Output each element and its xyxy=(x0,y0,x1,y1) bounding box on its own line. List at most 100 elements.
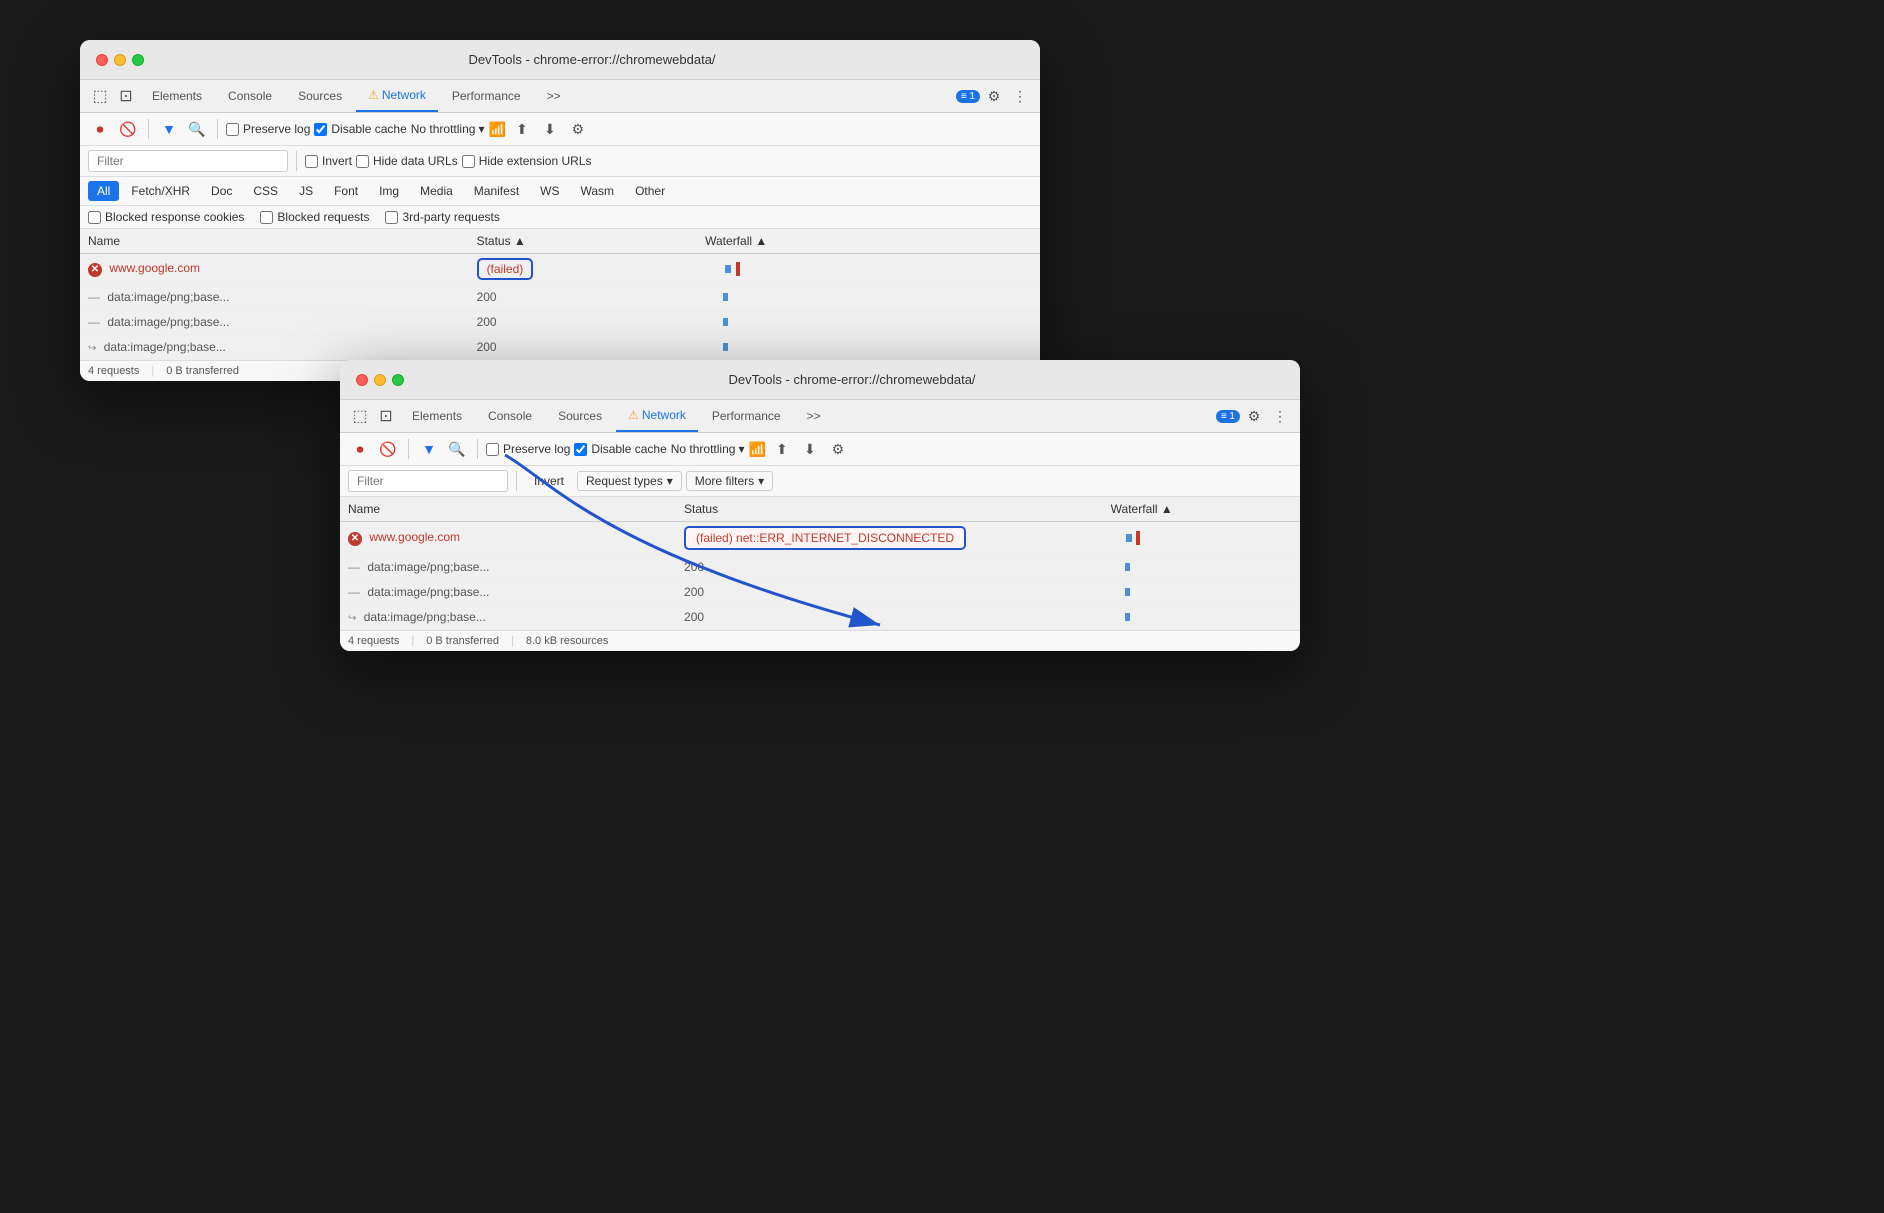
table-row[interactable]: ✕ www.google.com (failed) net::ERR_INTER… xyxy=(340,522,1300,555)
row-waterfall xyxy=(697,335,1040,360)
filter-ws[interactable]: WS xyxy=(531,181,568,201)
import-icon[interactable]: ⬆ xyxy=(510,117,534,141)
settings2-icon[interactable]: ⚙ xyxy=(566,117,590,141)
filter-icon-front[interactable]: ▼ xyxy=(417,437,441,461)
clear-btn-front[interactable]: 🚫 xyxy=(376,437,400,461)
filter-doc[interactable]: Doc xyxy=(202,181,241,201)
preserve-log-front[interactable]: Preserve log xyxy=(486,442,570,456)
wifi-icon-front: 📶 xyxy=(748,441,765,458)
filter-input-front[interactable] xyxy=(348,470,508,492)
filter-row-back: Invert Hide data URLs Hide extension URL… xyxy=(80,146,1040,177)
row-status: (failed) xyxy=(469,254,698,285)
tab-network-front[interactable]: ⚠ Network xyxy=(616,400,698,432)
import-icon-front[interactable]: ⬆ xyxy=(770,437,794,461)
sep-front3 xyxy=(516,471,517,491)
inspect-icon[interactable]: ⬚ xyxy=(88,84,112,108)
checkboxes-row-back: Blocked response cookies Blocked request… xyxy=(80,206,1040,229)
close-button[interactable] xyxy=(96,54,108,66)
hide-extension-urls-checkbox[interactable]: Hide extension URLs xyxy=(462,154,592,168)
filter-media[interactable]: Media xyxy=(411,181,462,201)
window-title-back: DevTools - chrome-error://chromewebdata/ xyxy=(160,52,1024,67)
table-row[interactable]: — data:image/png;base... 200 xyxy=(80,310,1040,335)
settings2-icon-front[interactable]: ⚙ xyxy=(826,437,850,461)
preserve-log-checkbox[interactable]: Preserve log xyxy=(226,122,310,136)
minimize-button[interactable] xyxy=(114,54,126,66)
row-name: — data:image/png;base... xyxy=(80,310,469,335)
filter-row-front: Invert Request types ▾ More filters ▾ xyxy=(340,466,1300,497)
clear-btn[interactable]: 🚫 xyxy=(116,117,140,141)
table-row[interactable]: ↪ data:image/png;base... 200 xyxy=(80,335,1040,360)
record-btn[interactable]: ⏺ xyxy=(88,117,112,141)
tab-network[interactable]: ⚠ Network xyxy=(356,80,438,112)
tab-performance[interactable]: Performance xyxy=(440,81,533,111)
tab-console[interactable]: Console xyxy=(216,81,284,111)
maximize-button[interactable] xyxy=(132,54,144,66)
filter-all[interactable]: All xyxy=(88,181,119,201)
table-row[interactable]: — data:image/png;base... 200 xyxy=(340,555,1300,580)
transferred-size: 0 B transferred xyxy=(166,365,239,377)
search-icon[interactable]: 🔍 xyxy=(185,117,209,141)
request-types-dropdown[interactable]: Request types ▾ xyxy=(577,471,682,491)
network-toolbar-back: ⏺ 🚫 ▼ 🔍 Preserve log Disable cache No th… xyxy=(80,113,1040,146)
network-toolbar-front: ⏺ 🚫 ▼ 🔍 Preserve log Disable cache No th… xyxy=(340,433,1300,466)
table-row[interactable]: ↪ data:image/png;base... 200 xyxy=(340,605,1300,630)
filter-font[interactable]: Font xyxy=(325,181,367,201)
disable-cache-front[interactable]: Disable cache xyxy=(574,442,666,456)
tab-sources[interactable]: Sources xyxy=(286,81,354,111)
export-icon-front[interactable]: ⬇ xyxy=(798,437,822,461)
row-waterfall-front xyxy=(1103,580,1300,605)
hide-data-urls-checkbox[interactable]: Hide data URLs xyxy=(356,154,458,168)
inspect-icon-front[interactable]: ⬚ xyxy=(348,404,372,428)
col-waterfall-front: Waterfall ▲ xyxy=(1103,497,1300,522)
disable-cache-checkbox[interactable]: Disable cache xyxy=(314,122,406,136)
table-row[interactable]: — data:image/png;base... 200 xyxy=(80,285,1040,310)
redirect-icon-front: ↪ xyxy=(348,613,356,624)
settings-icon-front[interactable]: ⚙ xyxy=(1242,404,1266,428)
wifi-icon: 📶 xyxy=(488,121,505,138)
settings-icon[interactable]: ⚙ xyxy=(982,84,1006,108)
tab-performance-front[interactable]: Performance xyxy=(700,401,793,431)
device-icon[interactable]: ⊡ xyxy=(114,84,138,108)
tab-elements[interactable]: Elements xyxy=(140,81,214,111)
tab-more[interactable]: >> xyxy=(535,81,573,111)
filter-icon[interactable]: ▼ xyxy=(157,117,181,141)
export-icon[interactable]: ⬇ xyxy=(538,117,562,141)
table-row[interactable]: — data:image/png;base... 200 xyxy=(340,580,1300,605)
failed-status-highlight-back: (failed) xyxy=(477,258,534,280)
third-party-requests[interactable]: 3rd-party requests xyxy=(385,210,499,224)
more-filters-dropdown[interactable]: More filters ▾ xyxy=(686,471,773,491)
filter-input-back[interactable] xyxy=(88,150,288,172)
row-waterfall-front xyxy=(1103,605,1300,630)
record-btn-front[interactable]: ⏺ xyxy=(348,437,372,461)
chat-badge-front: ≡ 1 xyxy=(1216,410,1240,423)
window-title-front: DevTools - chrome-error://chromewebdata/ xyxy=(420,372,1284,387)
maximize-button-front[interactable] xyxy=(392,374,404,386)
close-button-front[interactable] xyxy=(356,374,368,386)
invert-checkbox[interactable]: Invert xyxy=(305,154,352,168)
minimize-button-front[interactable] xyxy=(374,374,386,386)
filter-manifest[interactable]: Manifest xyxy=(465,181,528,201)
search-icon-front[interactable]: 🔍 xyxy=(445,437,469,461)
transferred-size-front: 0 B transferred xyxy=(426,635,499,647)
filter-other[interactable]: Other xyxy=(626,181,674,201)
filter-css[interactable]: CSS xyxy=(244,181,287,201)
filter-fetchxhr[interactable]: Fetch/XHR xyxy=(122,181,199,201)
table-row[interactable]: ✕ www.google.com (failed) xyxy=(80,254,1040,285)
tab-more-front[interactable]: >> xyxy=(795,401,833,431)
filter-img[interactable]: Img xyxy=(370,181,408,201)
filter-js[interactable]: JS xyxy=(290,181,322,201)
more-icon-front[interactable]: ⋮ xyxy=(1268,404,1292,428)
blocked-requests[interactable]: Blocked requests xyxy=(260,210,369,224)
filter-wasm[interactable]: Wasm xyxy=(572,181,624,201)
more-icon[interactable]: ⋮ xyxy=(1008,84,1032,108)
tab-console-front[interactable]: Console xyxy=(476,401,544,431)
throttling-dropdown-front[interactable]: No throttling ▾ xyxy=(671,442,745,456)
tab-sources-front[interactable]: Sources xyxy=(546,401,614,431)
error-icon: ✕ xyxy=(88,263,102,277)
tab-elements-front[interactable]: Elements xyxy=(400,401,474,431)
device-icon-front[interactable]: ⊡ xyxy=(374,404,398,428)
invert-btn-front[interactable]: Invert xyxy=(525,471,573,491)
throttling-dropdown[interactable]: No throttling ▾ xyxy=(411,122,485,136)
col-name-front: Name xyxy=(340,497,676,522)
blocked-response-cookies[interactable]: Blocked response cookies xyxy=(88,210,244,224)
